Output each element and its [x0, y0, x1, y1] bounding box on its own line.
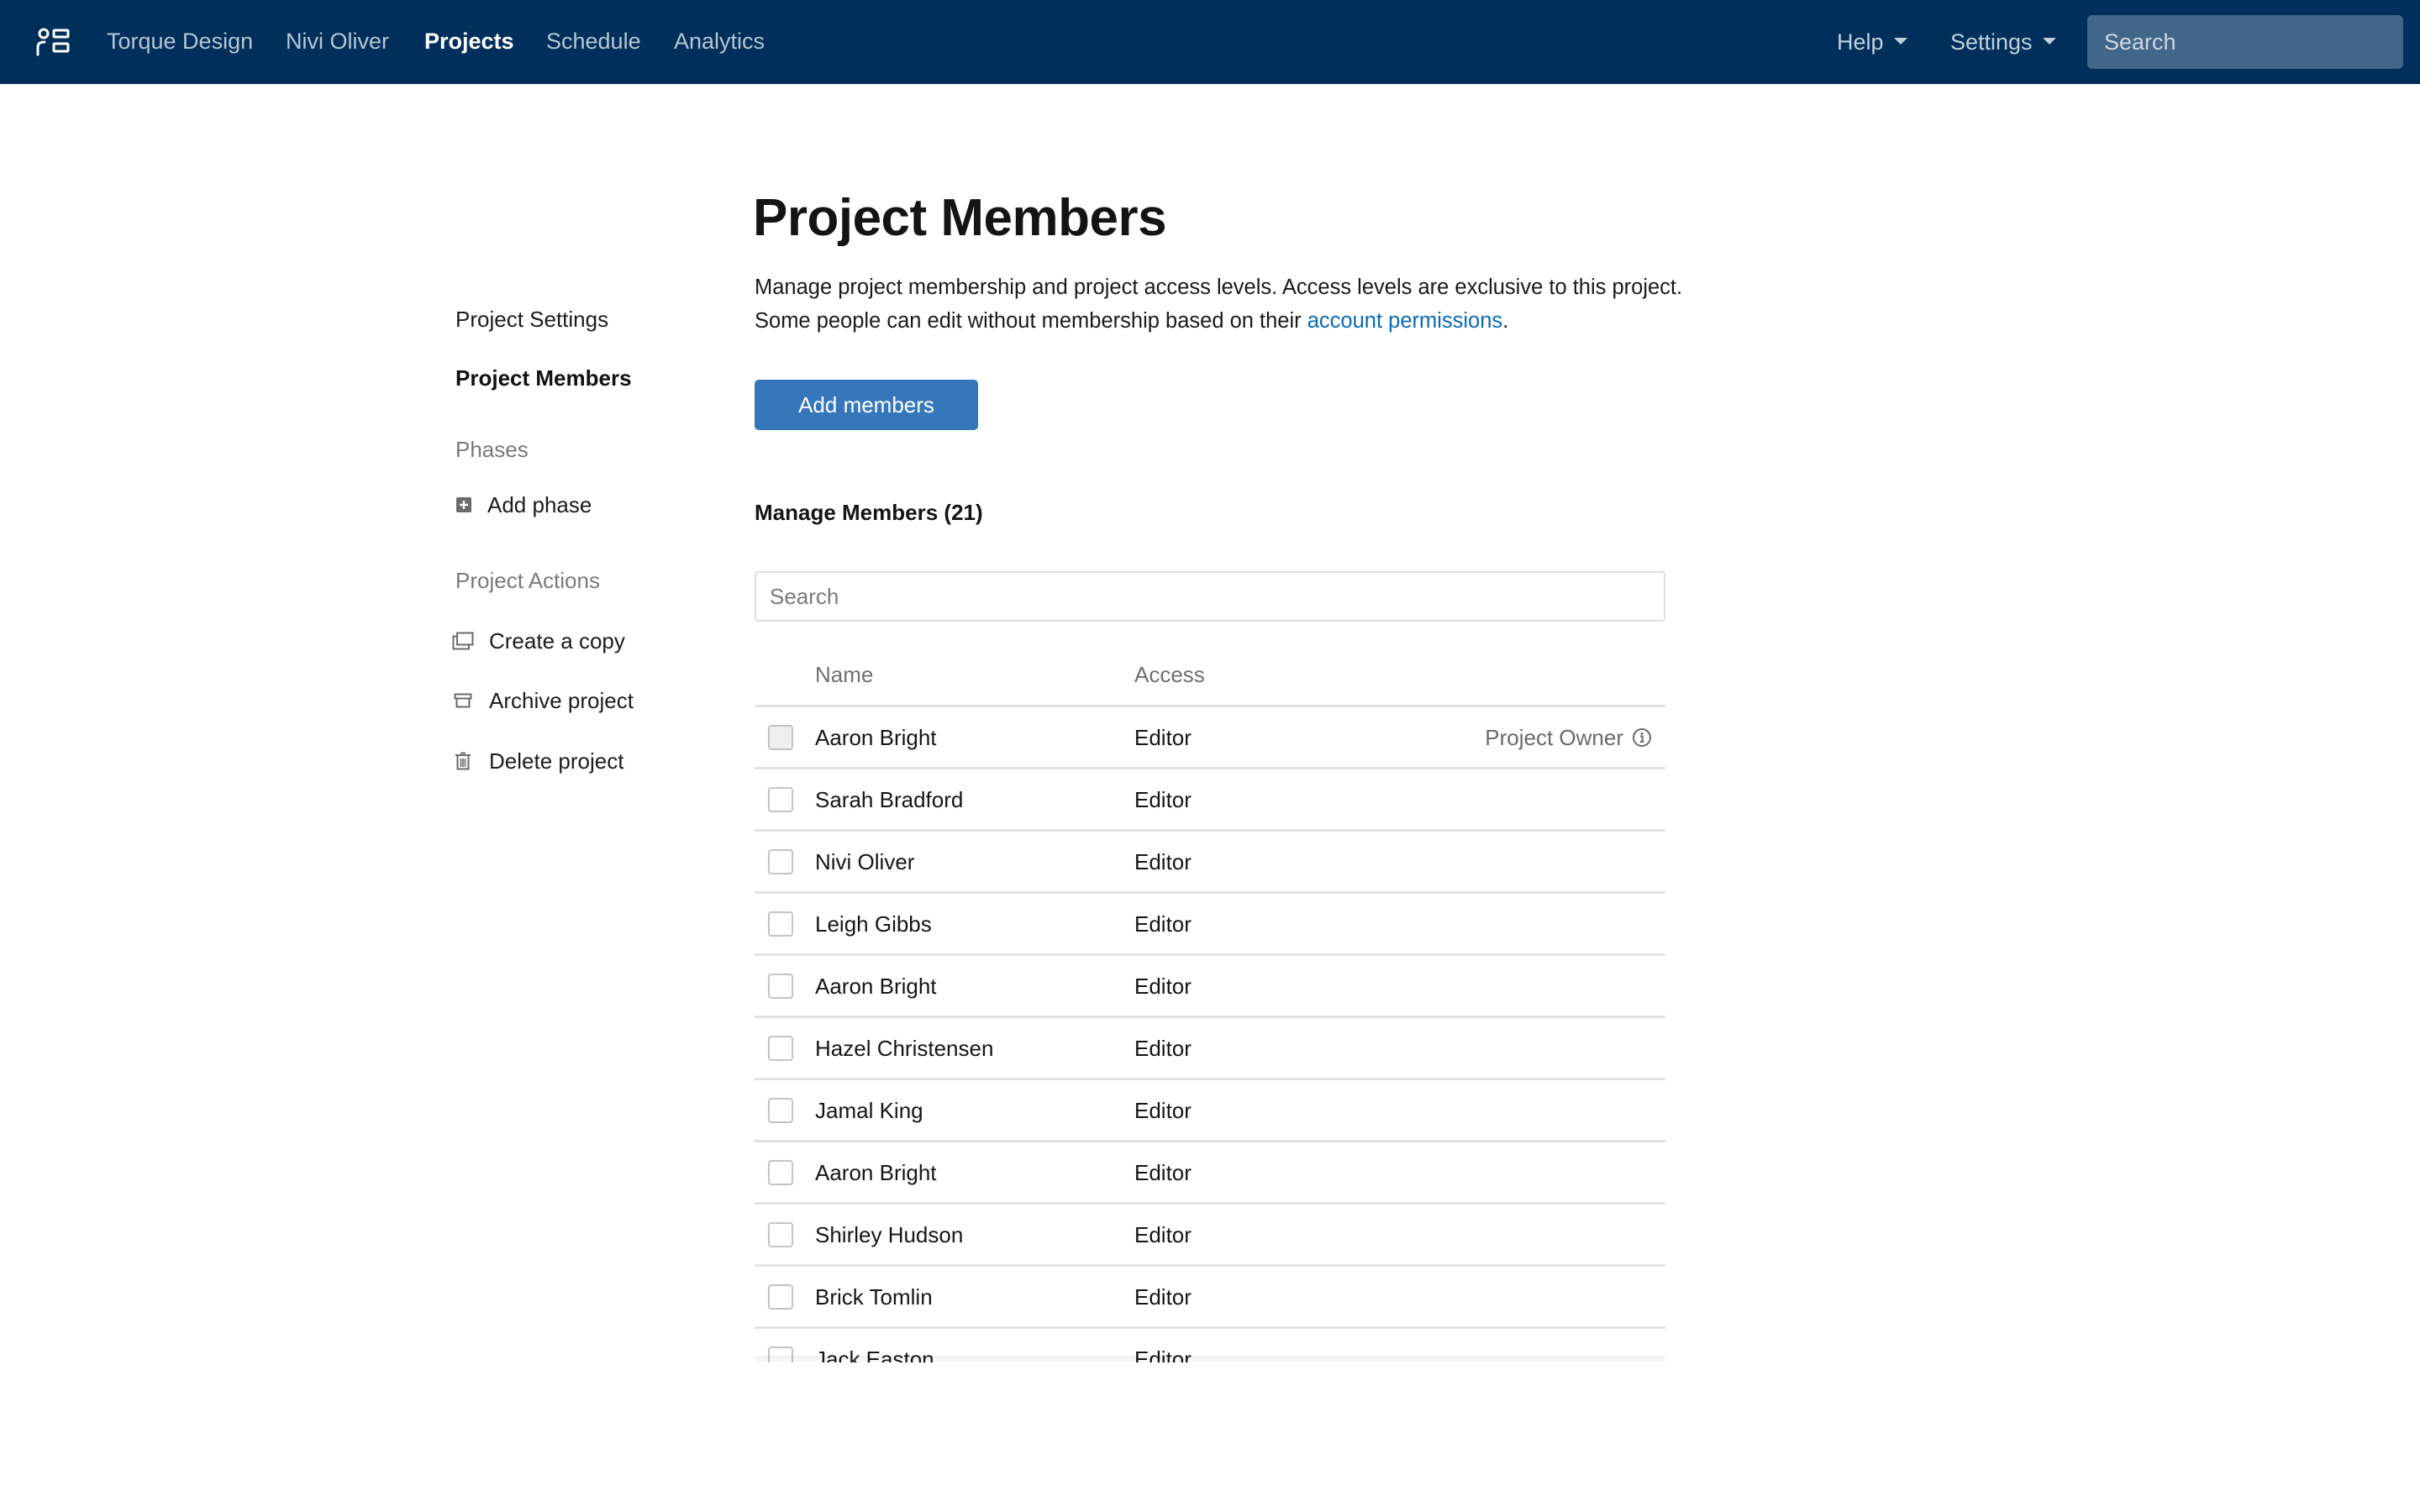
member-name: Hazel Christensen [815, 1036, 994, 1061]
archive-project-label: Archive project [489, 688, 634, 713]
table-row[interactable]: Aaron Bright Editor Project Owner [755, 707, 1665, 769]
copy-icon [452, 630, 474, 652]
archive-project-button[interactable]: Archive project [452, 686, 634, 715]
member-access[interactable]: Editor [1134, 1095, 1192, 1126]
nav-item-projects[interactable]: Projects [424, 26, 514, 56]
top-navigation-bar: Torque Design Nivi Oliver Projects Sched… [0, 0, 2420, 84]
member-access[interactable]: Editor [1134, 785, 1192, 815]
table-row[interactable]: Brick Tomlin Editor [755, 1267, 1665, 1329]
row-checkbox[interactable] [768, 1036, 793, 1061]
create-copy-label: Create a copy [489, 628, 625, 654]
info-icon[interactable] [1632, 727, 1652, 748]
table-header: Name Access [755, 647, 1665, 707]
table-row[interactable]: Aaron Bright Editor [755, 1142, 1665, 1205]
nav-item-analytics[interactable]: Analytics [674, 26, 765, 56]
delete-project-label: Delete project [489, 748, 624, 774]
row-checkbox[interactable] [768, 849, 793, 874]
project-owner-badge: Project Owner [1485, 722, 1652, 753]
row-checkbox[interactable] [768, 787, 793, 812]
create-copy-button[interactable]: Create a copy [452, 627, 625, 655]
sidebar-item-project-members[interactable]: Project Members [455, 364, 632, 392]
row-checkbox[interactable] [768, 1098, 793, 1123]
scroll-clip [755, 1362, 1665, 1512]
member-name: Aaron Bright [815, 1160, 937, 1185]
description-text: Manage project membership and project ac… [755, 276, 1683, 333]
add-phase-button[interactable]: Add phase [455, 491, 592, 519]
sidebar-item-project-settings[interactable]: Project Settings [455, 305, 608, 333]
member-access[interactable]: Editor [1134, 909, 1192, 939]
phases-heading: Phases [455, 437, 529, 462]
member-name: Aaron Bright [815, 974, 937, 999]
settings-dropdown[interactable]: Settings [1950, 27, 2056, 57]
member-name: Nivi Oliver [815, 849, 915, 874]
member-access[interactable]: Editor [1134, 1158, 1192, 1188]
member-name: Brick Tomlin [815, 1284, 933, 1310]
member-name: Aaron Bright [815, 725, 937, 750]
table-body: Aaron Bright Editor Project Owner Sarah Bra… [755, 707, 1665, 1362]
row-checkbox [768, 725, 793, 750]
archive-icon [452, 690, 474, 711]
table-row[interactable]: Nivi Oliver Editor [755, 832, 1665, 894]
members-table: Name Access Aaron Bright Editor Project Ow… [755, 647, 1665, 1362]
page-description: Manage project membership and project ac… [755, 270, 1687, 338]
page-title: Project Members [753, 189, 1167, 247]
table-row[interactable]: Shirley Hudson Editor [755, 1205, 1665, 1267]
table-row[interactable]: Jamal King Editor [755, 1080, 1665, 1142]
member-name: Leigh Gibbs [815, 911, 932, 937]
table-row[interactable]: Sarah Bradford Editor [755, 769, 1665, 832]
manage-members-heading: Manage Members (21) [755, 500, 983, 525]
row-checkbox[interactable] [768, 911, 793, 937]
chevron-down-icon [2042, 37, 2056, 45]
project-actions-heading: Project Actions [455, 568, 600, 593]
member-name: Shirley Hudson [815, 1222, 964, 1247]
plus-square-icon [455, 494, 472, 516]
account-permissions-link[interactable]: account permissions [1307, 309, 1502, 333]
column-header-access[interactable]: Access [1134, 660, 1205, 689]
member-name: Jamal King [815, 1098, 923, 1123]
row-checkbox[interactable] [768, 1222, 793, 1247]
table-row[interactable]: Aaron Bright Editor [755, 956, 1665, 1018]
nav-item-schedule[interactable]: Schedule [546, 26, 641, 56]
nav-item-nivi-oliver[interactable]: Nivi Oliver [286, 26, 389, 56]
table-row[interactable]: Hazel Christensen Editor [755, 1018, 1665, 1080]
row-checkbox[interactable] [768, 1160, 793, 1185]
table-row[interactable]: Leigh Gibbs Editor [755, 894, 1665, 956]
project-owner-label: Project Owner [1485, 725, 1623, 750]
description-end: . [1502, 309, 1509, 333]
member-access[interactable]: Editor [1134, 1282, 1192, 1312]
member-name: Sarah Bradford [815, 787, 964, 812]
member-access[interactable]: Editor [1134, 847, 1192, 877]
help-dropdown[interactable]: Help [1837, 27, 1907, 57]
member-access[interactable]: Editor [1134, 1220, 1192, 1250]
global-search-input[interactable] [2087, 15, 2403, 69]
nav-item-torque-design[interactable]: Torque Design [107, 26, 253, 56]
row-checkbox[interactable] [768, 974, 793, 999]
help-label: Help [1837, 29, 1884, 55]
chevron-down-icon [1893, 37, 1907, 45]
settings-label: Settings [1950, 29, 2033, 55]
member-search-input[interactable] [755, 571, 1665, 622]
member-access[interactable]: Editor [1134, 1033, 1192, 1063]
trash-icon [452, 750, 474, 772]
member-access[interactable]: Editor [1134, 722, 1192, 753]
add-phase-label: Add phase [487, 492, 592, 517]
member-access[interactable]: Editor [1134, 971, 1192, 1001]
delete-project-button[interactable]: Delete project [452, 747, 623, 775]
column-header-name[interactable]: Name [815, 660, 873, 689]
row-checkbox[interactable] [768, 1284, 793, 1310]
add-members-button[interactable]: Add members [755, 380, 978, 430]
people-list-icon[interactable] [35, 27, 71, 57]
